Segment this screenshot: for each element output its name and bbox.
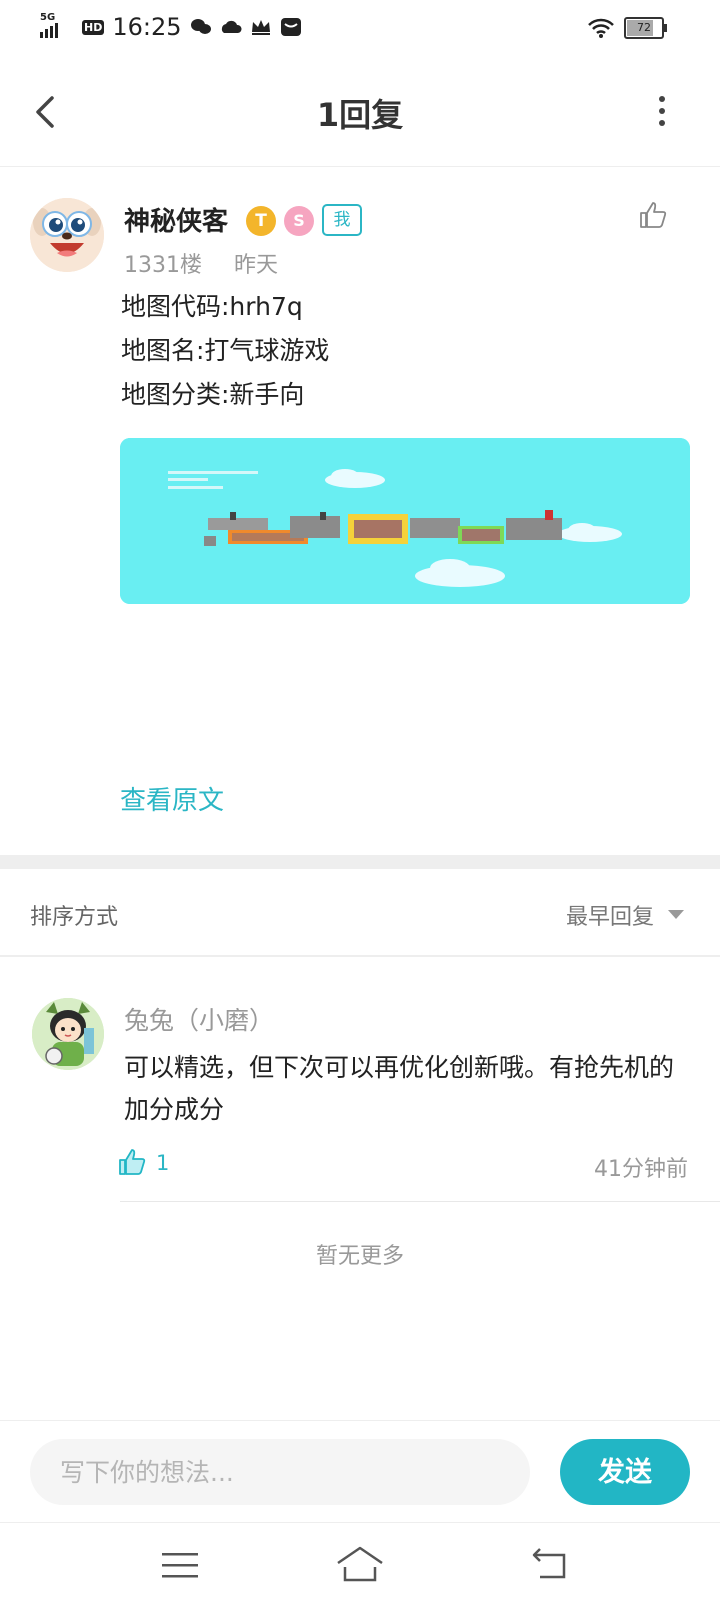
- comment-text: 可以精选，但下次可以再优化创新哦。有抢先机的加分成分: [124, 1053, 675, 1124]
- battery-icon: 72: [624, 17, 667, 39]
- cellular-signal-icon: 5G: [40, 12, 74, 38]
- post-meta: 1331楼 昨天: [124, 247, 278, 279]
- no-more-text: 暂无更多: [315, 1244, 404, 1269]
- post-time: 昨天: [234, 253, 279, 278]
- post-author-name[interactable]: 神秘侠客: [124, 201, 228, 238]
- comment-like-count: 1: [156, 1151, 170, 1175]
- post-content-line: 地图分类:新手向: [121, 380, 305, 409]
- me-badge: 我: [322, 204, 362, 236]
- status-bar: 5G HD 16:25 72: [0, 0, 720, 56]
- section-divider: [0, 855, 720, 869]
- thumbs-up-icon[interactable]: [118, 1148, 146, 1176]
- sort-label: 排序方式: [30, 905, 119, 930]
- battery-level: 72: [637, 21, 651, 34]
- wechat-icon: [190, 19, 211, 34]
- post-author-avatar[interactable]: [30, 198, 104, 272]
- more-vertical-icon[interactable]: [656, 96, 668, 126]
- comment-input-bar: 发送: [0, 1420, 720, 1523]
- comment-author-avatar[interactable]: [32, 998, 104, 1070]
- sort-dropdown[interactable]: 最早回复: [566, 899, 654, 931]
- status-time: 16:25: [112, 13, 182, 41]
- divider: [120, 1201, 720, 1202]
- status-left: 5G HD 16:25: [40, 12, 302, 42]
- send-button[interactable]: 发送: [560, 1439, 690, 1505]
- thumbs-up-icon[interactable]: [638, 200, 668, 230]
- map-screenshot-image[interactable]: [120, 438, 690, 604]
- chevron-down-icon[interactable]: [668, 910, 684, 919]
- view-original-link[interactable]: 查看原文: [120, 780, 224, 817]
- page-title: 1回复: [316, 96, 404, 134]
- s-badge: S: [284, 206, 314, 236]
- level-badge: T: [246, 206, 276, 236]
- divider: [0, 955, 720, 957]
- network-type: 5G: [40, 12, 56, 23]
- comment-input[interactable]: [30, 1439, 530, 1505]
- cloud-icon: [221, 20, 242, 33]
- wifi-icon: [588, 18, 614, 38]
- comment-author-name[interactable]: 兔兔（小磨）: [124, 1001, 274, 1037]
- floor-number: 1331楼: [124, 253, 202, 278]
- status-right: 72: [588, 14, 667, 42]
- message-box-icon: [280, 18, 301, 36]
- home-icon[interactable]: [336, 1545, 384, 1583]
- hd-icon: HD: [82, 19, 105, 35]
- post-content-line: 地图代码:hrh7q: [121, 292, 303, 321]
- system-nav-bar: [0, 1522, 720, 1606]
- avatar-image: [32, 998, 104, 1070]
- comment-time: 41分钟前: [594, 1157, 688, 1182]
- post-content-line: 地图名:打气球游戏: [121, 336, 330, 365]
- nav-back-icon[interactable]: [530, 1547, 570, 1581]
- top-header: 1回复: [0, 56, 720, 167]
- crown-icon: [251, 20, 270, 35]
- map-preview: [120, 438, 690, 604]
- menu-icon[interactable]: [162, 1551, 198, 1579]
- avatar-image: [30, 198, 104, 272]
